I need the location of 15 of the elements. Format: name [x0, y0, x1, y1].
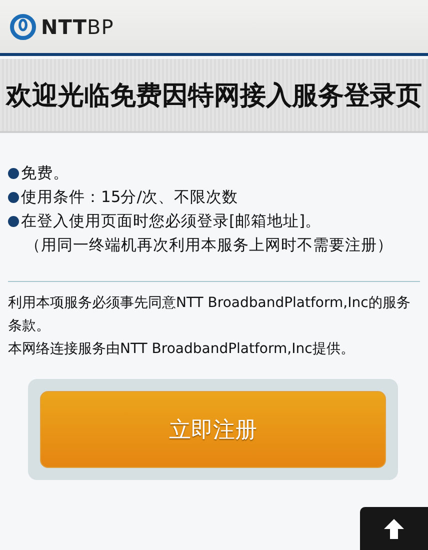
logo-icon	[10, 14, 36, 40]
note-text: （用同一终端机再次利用本服务上网时不需要注册）	[24, 235, 394, 256]
bullet-icon	[8, 168, 19, 178]
bullet-icon	[8, 192, 19, 202]
up-arrow-icon	[383, 518, 405, 540]
bullet-text: 使用条件：15分/次、不限次数	[21, 186, 238, 208]
bullet-text: 在登入使用页面时您必须登录[邮箱地址]。	[21, 210, 322, 232]
register-button[interactable]: 立即注册	[40, 391, 386, 468]
terms-text: 本网络连接服务由NTT BroadbandPlatform,Inc提供。	[8, 340, 356, 359]
bullet-icon	[8, 216, 19, 226]
logo-text: NTTBP	[41, 14, 114, 38]
page-title: 欢迎光临免费因特网接入服务登录页	[6, 80, 422, 112]
back-to-top-button[interactable]	[360, 507, 428, 550]
terms-text: 利用本项服务必须事先同意NTT BroadbandPlatform,Inc的服务条款。	[8, 294, 412, 336]
bullet-text: 免费。	[21, 162, 69, 184]
